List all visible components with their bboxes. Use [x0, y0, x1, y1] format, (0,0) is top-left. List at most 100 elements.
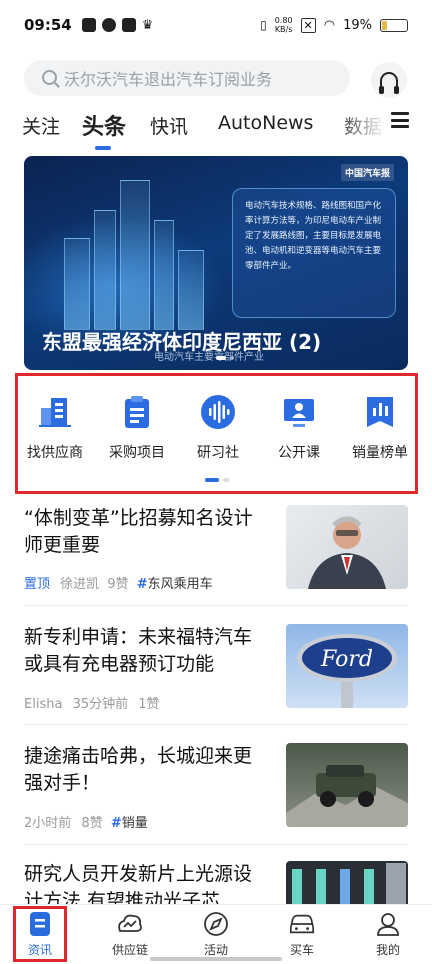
entry-label: 销量榜单: [352, 445, 408, 461]
building-icon: [37, 394, 73, 430]
tab-autonews[interactable]: AutoNews: [218, 112, 313, 134]
divider: [24, 844, 408, 845]
news-title: “体制变革”比招募知名设计师更重要: [24, 507, 253, 556]
news-thumbnail: [286, 505, 408, 589]
battery-percent: 19%: [343, 17, 372, 33]
net-speed-unit: KB/s: [274, 25, 293, 34]
news-meta: 2小时前 8赞 #销量: [24, 812, 148, 831]
notification-icons: ♛: [81, 17, 154, 33]
crown-icon: ♛: [141, 17, 154, 33]
entry-procurement[interactable]: 采购项目: [97, 394, 177, 462]
entry-label: 找供应商: [27, 445, 83, 461]
car-icon: [288, 911, 316, 937]
news-title: 捷途痛击哈弗，长城迎来更强对手！: [24, 745, 253, 794]
banner-carousel[interactable]: 中国汽车报 电动汽车技术规格、路线图和国产化率计算方法等，为印尼电动车产业制定了…: [24, 156, 408, 370]
svg-text:Ford: Ford: [320, 647, 373, 672]
news-likes: 8赞: [81, 816, 103, 831]
status-time: 09:54: [24, 16, 72, 34]
banner-building: [64, 238, 90, 330]
quick-entry-panel: 找供应商 采购项目 研习社 公开课 销量榜单: [15, 373, 418, 494]
news-tag-text: 东风乘用车: [147, 577, 213, 592]
news-tag[interactable]: #销量: [111, 816, 148, 831]
news-likes: 1赞: [138, 697, 160, 712]
banner-building: [94, 210, 116, 330]
nav-label: 供应链: [111, 943, 148, 957]
news-tag-text: 销量: [121, 816, 148, 831]
nav-label: 我的: [375, 943, 400, 957]
banner-pagination: [216, 356, 234, 360]
bar-chart-icon: [362, 394, 398, 430]
divider: [24, 724, 408, 725]
news-author: 徐进凯: [60, 577, 100, 592]
news-meta: 置顶 徐进凯 9赞 #东风乘用车: [24, 573, 213, 592]
tab-headlines[interactable]: 头条: [82, 109, 126, 141]
banner-text-card: 电动汽车技术规格、路线图和国产化率计算方法等，为印尼电动车产业制定了发展路线图，…: [232, 188, 396, 318]
entry-find-supplier[interactable]: 找供应商: [15, 394, 95, 462]
notification-app-icon: [81, 18, 96, 32]
supply-chain-icon: [116, 911, 144, 937]
news-time: 2小时前: [24, 816, 72, 831]
news-likes: 9赞: [107, 577, 129, 592]
news-meta: Elisha 35分钟前 1赞: [24, 693, 160, 712]
status-right: ▯ 0.80 KB/s ✕ ◠ 19%: [260, 16, 408, 34]
nav-supply-chain[interactable]: 供应链: [95, 911, 165, 958]
banner-building: [178, 250, 204, 330]
net-speed: 0.80 KB/s: [275, 16, 293, 34]
tab-flash[interactable]: 快讯: [150, 112, 188, 139]
search-placeholder: 沃尔沃汽车退出汽车订阅业务: [64, 70, 273, 89]
net-speed-value: 0.80: [274, 16, 293, 25]
search-icon: [42, 70, 57, 85]
news-thumbnail: [286, 861, 408, 904]
tab-fade: [334, 108, 386, 148]
clipboard-icon: [119, 394, 155, 430]
channel-tabs: 关注 头条 快讯 AutoNews 数据: [0, 108, 432, 152]
active-tab-indicator: [95, 146, 111, 150]
news-title: 研究人员开发新片上光源设计方法 有望推动光子芯: [24, 863, 253, 904]
news-item[interactable]: 研究人员开发新片上光源设计方法 有望推动光子芯: [24, 861, 408, 904]
news-author: Elisha: [24, 697, 63, 712]
entry-open-class[interactable]: 公开课: [259, 394, 339, 462]
news-thumbnail: [286, 743, 408, 827]
nav-buy-car[interactable]: 买车: [267, 911, 337, 958]
home-indicator[interactable]: [150, 957, 282, 961]
notification-mail-icon: [121, 18, 136, 32]
sim-icon: ✕: [300, 17, 316, 33]
entry-sales-ranking[interactable]: 销量榜单: [340, 394, 420, 462]
presenter-icon: [281, 394, 317, 430]
entry-label: 研习社: [197, 445, 239, 461]
news-tag[interactable]: #东风乘用车: [137, 577, 213, 592]
news-title: 新专利申请：未来福特汽车或具有充电器预订功能: [24, 626, 253, 675]
listen-button[interactable]: [371, 62, 407, 98]
user-icon: [374, 911, 402, 937]
nav-label: 买车: [289, 943, 314, 957]
news-thumbnail: Ford: [286, 624, 408, 708]
channel-menu-icon[interactable]: [391, 112, 409, 128]
notification-link-icon: [101, 18, 116, 32]
banner-logo: 中国汽车报: [340, 164, 394, 181]
tab-follow[interactable]: 关注: [22, 112, 60, 139]
status-bar: 09:54 ♛ ▯ 0.80 KB/s ✕ ◠ 19%: [0, 0, 432, 50]
banner-building: [154, 220, 174, 330]
app-screen: 09:54 ♛ ▯ 0.80 KB/s ✕ ◠ 19% 沃尔沃汽车退出汽车订阅业…: [0, 0, 432, 964]
banner-subtitle: 电动汽车主要零部件产业: [154, 352, 264, 363]
voice-wave-icon: [200, 394, 236, 430]
entry-label: 公开课: [278, 445, 320, 461]
battery-fill: [382, 20, 387, 30]
wifi-icon: ◠: [323, 17, 336, 33]
nav-activity[interactable]: 活动: [181, 911, 251, 958]
pinned-badge: 置顶: [24, 577, 51, 592]
entry-study-club[interactable]: 研习社: [178, 394, 258, 462]
search-bar[interactable]: 沃尔沃汽车退出汽车订阅业务: [24, 60, 350, 96]
nav-highlight-box: [13, 906, 67, 962]
entry-label: 采购项目: [109, 445, 165, 461]
entry-pagination: [205, 478, 229, 482]
vibrate-icon: ▯: [260, 18, 267, 32]
headphones-icon: [379, 72, 399, 94]
nav-label: 活动: [203, 943, 228, 957]
banner-building: [120, 180, 150, 330]
battery-icon: [380, 18, 408, 32]
divider: [24, 605, 408, 606]
news-time: 35分钟前: [72, 697, 129, 712]
nav-me[interactable]: 我的: [353, 911, 423, 958]
compass-icon: [202, 911, 230, 937]
